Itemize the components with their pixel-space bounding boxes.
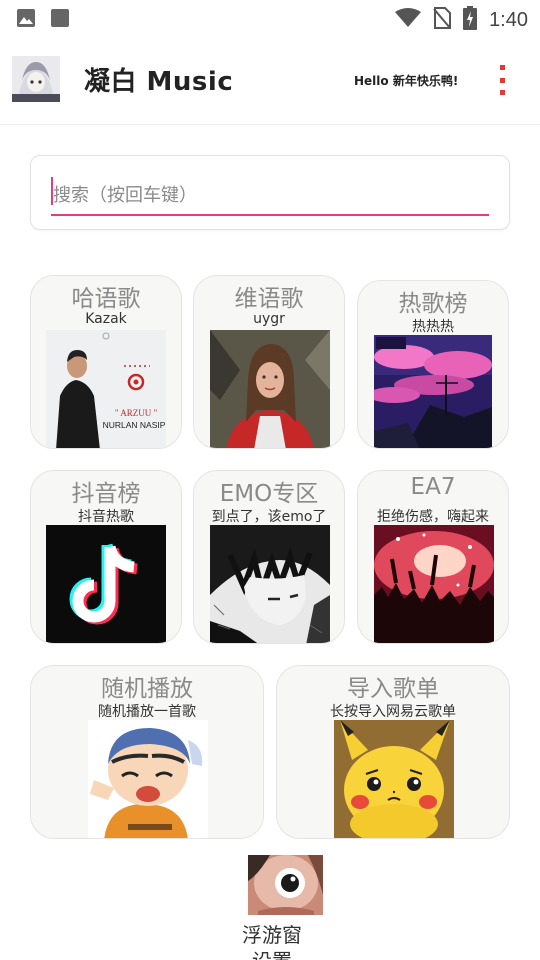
card-title: 维语歌 [234,286,304,312]
woman-portrait-photo [210,330,330,448]
concert-crowd-photo [374,525,494,643]
card-hot-songs[interactable]: 热歌榜 热热热 [357,280,509,449]
card-title: 导入歌单 [347,676,439,702]
svg-text:" ARZUU ": " ARZUU " [115,408,158,418]
card-subtitle: Kazak [85,311,127,327]
search-input[interactable] [51,176,489,216]
card-title: 抖音榜 [71,481,141,507]
card-subtitle: uygr [253,311,285,327]
card-subtitle: 拒绝伤感，嗨起来 [377,509,489,525]
wifi-icon [395,8,422,32]
album-cover-arzuu: " ARZUU " NURLAN NASIP [46,330,166,448]
app-title: 凝白 Music [84,67,234,97]
card-kazak-songs[interactable]: 哈语歌 Kazak " ARZUU " NURLAN NASIP [30,275,182,449]
greeting-text: Hello 新年快乐鸭! [354,74,459,88]
card-title: 随机播放 [101,676,193,702]
card-title: EA7 [410,474,456,500]
card-ea7[interactable]: EA7 拒绝伤感，嗨起来 [357,470,509,644]
tiktok-logo [46,525,166,643]
pink-sky-rooftop-art [374,335,492,448]
status-bar: 1:40 [0,0,540,36]
card-douyin-chart[interactable]: 抖音榜 抖音热歌 [30,470,182,644]
card-subtitle: 到点了，该emo了 [211,509,327,525]
card-title: 哈语歌 [71,286,141,312]
svg-text:NURLAN NASIP: NURLAN NASIP [103,420,166,430]
search-container [30,155,510,230]
avatar[interactable] [12,56,60,102]
card-subtitle: 热热热 [412,319,454,335]
card-title: EMO专区 [219,481,319,507]
app-header: 凝白 Music Hello 新年快乐鸭! [0,37,540,125]
clock-time: 1:40 [489,8,528,31]
floating-window-icon[interactable] [248,855,323,915]
text-cursor [51,177,53,205]
card-title: 热歌榜 [398,291,468,317]
floating-window-settings-label[interactable]: 浮游窗设置 [234,922,310,960]
no-sim-icon [433,7,452,33]
image-icon [16,8,36,28]
crayon-shinchan-image [88,720,208,838]
square-icon [50,8,70,28]
card-subtitle: 抖音热歌 [78,509,134,525]
card-random-play[interactable]: 随机播放 随机播放一首歌 [30,665,264,839]
more-vertical-icon[interactable] [494,65,510,95]
manga-boy-art [210,525,330,643]
card-import-playlist[interactable]: 导入歌单 长按导入网易云歌单 [276,665,510,839]
card-uyghur-songs[interactable]: 维语歌 uygr [193,275,345,449]
sad-pikachu-image [334,720,454,838]
battery-icon [463,6,478,34]
card-subtitle: 随机播放一首歌 [98,704,196,720]
card-emo-zone[interactable]: EMO专区 到点了，该emo了 [193,470,345,644]
card-subtitle: 长按导入网易云歌单 [330,704,456,720]
